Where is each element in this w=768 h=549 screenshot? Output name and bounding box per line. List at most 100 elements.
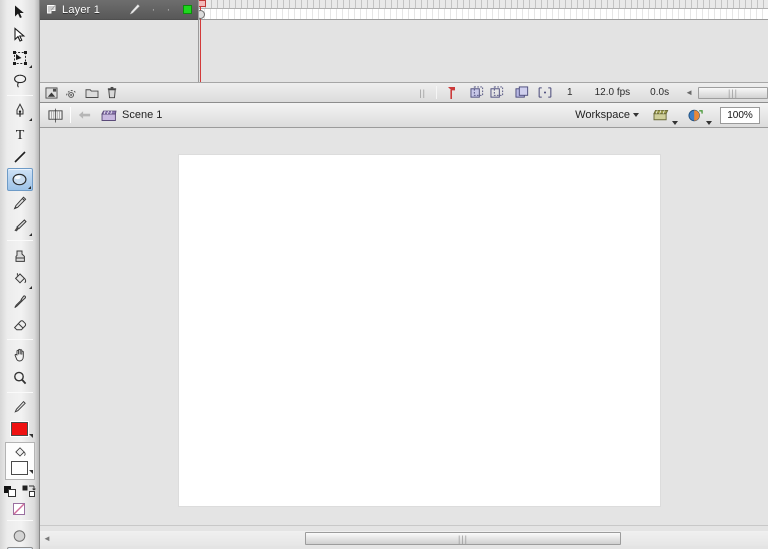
submenu-caret-icon <box>28 286 32 289</box>
subselection-tool[interactable] <box>7 23 33 46</box>
timeline-scroll-left-arrow[interactable]: ◄ <box>685 88 693 97</box>
edit-bar: Scene 1 Workspace 100% <box>40 103 768 128</box>
text-tool[interactable]: T <box>7 122 33 145</box>
toolbar-divider-1 <box>6 95 33 96</box>
layer-lock-dot[interactable]: · <box>161 4 176 16</box>
no-color-row <box>2 501 37 516</box>
frame-ruler[interactable] <box>199 0 768 9</box>
tool-group-selection <box>0 0 39 92</box>
colors-section <box>2 396 37 516</box>
zoom-level-value: 100% <box>727 109 753 121</box>
toolbar-divider-4 <box>6 392 33 393</box>
elapsed-time: 0.0s <box>650 87 670 98</box>
brush-tool[interactable] <box>7 214 33 237</box>
frames-empty-area <box>199 20 768 82</box>
layer-outline-color[interactable] <box>176 5 198 14</box>
onion-outline-icon[interactable] <box>488 85 505 101</box>
no-color-icon[interactable] <box>12 501 28 516</box>
scene-clapper-icon <box>101 103 117 127</box>
back-arrow-icon[interactable] <box>77 103 92 127</box>
chevron-down-icon <box>706 121 712 125</box>
submenu-caret-icon <box>27 186 31 189</box>
playhead-marker[interactable] <box>199 0 206 7</box>
tool-group-paint <box>0 244 39 336</box>
stroke-color-swatch[interactable] <box>7 418 33 440</box>
horizontal-scrollbar[interactable]: ◄ ||| <box>40 525 768 549</box>
fill-color-group <box>4 442 35 480</box>
paint-bucket-tool[interactable] <box>7 267 33 290</box>
trash-icon[interactable] <box>103 85 120 101</box>
fill-color-chip[interactable] <box>11 461 28 475</box>
selection-tool[interactable] <box>7 0 33 23</box>
black-white-icon[interactable] <box>2 484 18 499</box>
toolbar-divider-3 <box>6 339 33 340</box>
center-frame-icon[interactable] <box>443 85 460 101</box>
pen-tool[interactable] <box>7 99 33 122</box>
lasso-tool[interactable] <box>7 69 33 92</box>
motion-guide-icon[interactable] <box>63 85 80 101</box>
layer-list: Layer 1 · · <box>40 0 198 82</box>
onion-markers-icon[interactable] <box>536 85 553 101</box>
submenu-caret-icon <box>28 65 32 68</box>
stroke-color-chip[interactable] <box>11 422 28 436</box>
toolbar-divider-2 <box>6 240 33 241</box>
layer-type-icon <box>40 4 62 15</box>
stroke-color-row <box>7 396 33 418</box>
edit-bar-divider <box>70 107 71 123</box>
edit-scene-button[interactable] <box>652 103 678 127</box>
playhead[interactable] <box>199 0 206 82</box>
submenu-caret-icon <box>28 233 32 236</box>
scrollbar-grip: ||| <box>457 533 468 544</box>
scene-name[interactable]: Scene 1 <box>122 109 162 121</box>
eraser-tool[interactable] <box>7 313 33 336</box>
zoom-level-input[interactable]: 100% <box>720 106 760 124</box>
timeline-footer: || 1 12.0 fps 0.0s ◄ ||| <box>40 82 768 102</box>
current-frame-number: 1 <box>567 87 573 98</box>
scroll-left-arrow[interactable]: ◄ <box>40 534 54 543</box>
chevron-down-icon <box>633 113 639 117</box>
stage[interactable] <box>179 155 660 506</box>
footer-divider <box>436 86 438 99</box>
toolbar-divider-5 <box>6 520 33 521</box>
edit-symbol-button[interactable] <box>687 103 712 127</box>
flash-authoring-window: T Layer 1 · · || 1 12.0 fps 0.0s ◄ ||| S… <box>0 0 768 549</box>
svg-text:T: T <box>15 128 24 142</box>
edit-scene-icon[interactable] <box>47 103 64 127</box>
object-drawing-icon[interactable] <box>7 524 33 547</box>
stroke-caret-icon <box>28 434 33 438</box>
layer-name[interactable]: Layer 1 <box>62 4 122 16</box>
onion-skin-icon[interactable] <box>468 85 485 101</box>
free-transform-tool[interactable] <box>7 46 33 69</box>
line-tool[interactable] <box>7 145 33 168</box>
options-section <box>0 524 39 549</box>
pencil-icon <box>122 3 146 16</box>
oval-tool[interactable] <box>6 168 33 191</box>
edit-multi-icon[interactable] <box>513 85 530 101</box>
timeline-panel: Layer 1 · · || 1 12.0 fps 0.0s ◄ ||| <box>40 0 768 103</box>
scrollbar-track[interactable]: ◄ ||| <box>40 531 768 546</box>
workspace-switcher[interactable]: Workspace <box>575 109 639 121</box>
ink-bottle-tool[interactable] <box>7 244 33 267</box>
layer-visibility-dot[interactable]: · <box>146 4 161 16</box>
frame-row[interactable] <box>199 9 768 20</box>
chevron-down-icon <box>672 121 678 125</box>
timeline-scrollbar-thumb[interactable]: ||| <box>698 86 768 99</box>
pencil-icon <box>13 400 26 413</box>
pencil-tool[interactable] <box>7 191 33 214</box>
eyedropper-tool[interactable] <box>7 290 33 313</box>
layer-row[interactable]: Layer 1 · · <box>40 0 198 20</box>
timeline-grip[interactable]: || <box>419 88 426 98</box>
paint-bucket-icon <box>14 447 26 457</box>
layer-list-empty-area <box>40 20 198 82</box>
zoom-tool[interactable] <box>7 366 33 389</box>
fill-color-swatch[interactable] <box>7 460 33 476</box>
hand-tool[interactable] <box>7 343 33 366</box>
folder-icon[interactable] <box>83 85 100 101</box>
workspace-label: Workspace <box>575 109 630 121</box>
frame-rate[interactable]: 12.0 fps <box>595 87 631 98</box>
new-layer-icon[interactable] <box>43 85 60 101</box>
scrollbar-thumb[interactable]: ||| <box>305 532 621 545</box>
work-area[interactable] <box>40 128 768 525</box>
swap-colors-icon[interactable] <box>21 484 37 499</box>
fill-caret-icon <box>28 470 33 474</box>
